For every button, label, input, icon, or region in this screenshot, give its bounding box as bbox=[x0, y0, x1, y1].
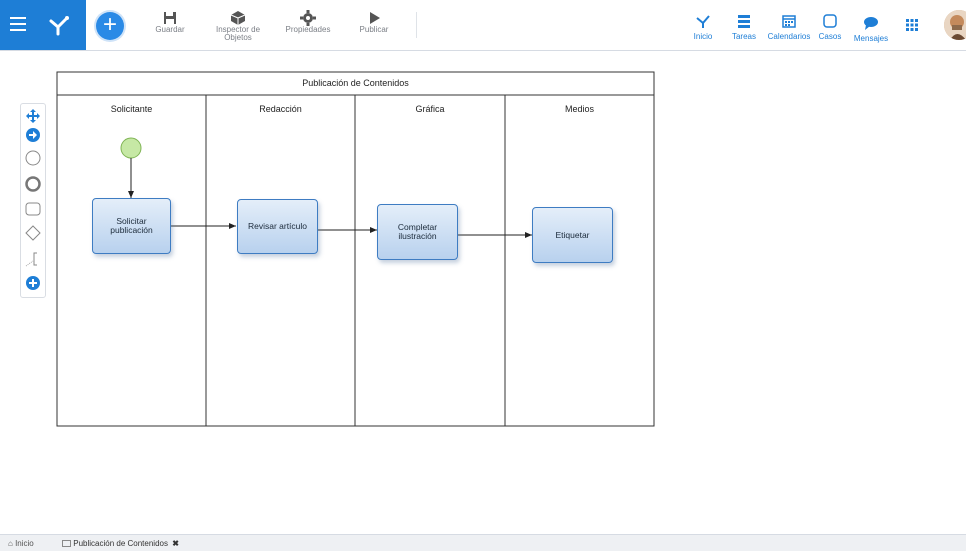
footer-tabs: ⌂ Inicio Publicación de Contenidos ✖ bbox=[0, 534, 966, 551]
start-event[interactable] bbox=[120, 137, 142, 159]
lane-title-medios: Medios bbox=[564, 104, 594, 114]
footer-doc-label: Publicación de Contenidos bbox=[73, 539, 168, 548]
lane-title-solicitante: Solicitante bbox=[110, 104, 153, 114]
task-revisar-articulo[interactable]: Revisar artículo bbox=[237, 199, 318, 254]
lane-title-grafica: Gráfica bbox=[415, 104, 445, 114]
close-tab-icon[interactable]: ✖ bbox=[172, 539, 179, 548]
pool-title: Publicación de Contenidos bbox=[302, 78, 409, 88]
task-label-line: ilustración bbox=[398, 231, 437, 241]
task-etiquetar[interactable]: Etiquetar bbox=[532, 207, 613, 263]
footer-home-tab[interactable]: ⌂ Inicio bbox=[8, 539, 34, 548]
task-label-line: Etiquetar bbox=[555, 229, 590, 240]
lane-title-redaccion: Redacción bbox=[259, 104, 302, 114]
task-completar-ilustracion[interactable]: Completar ilustración bbox=[377, 204, 458, 260]
footer-doc-tab[interactable]: Publicación de Contenidos ✖ bbox=[62, 539, 179, 548]
task-label-line: publicación bbox=[110, 225, 153, 235]
document-icon bbox=[62, 540, 71, 548]
task-label-line: Revisar artículo bbox=[247, 221, 308, 231]
task-solicitar-publicacion[interactable]: Solicitar publicación bbox=[92, 198, 171, 254]
home-icon: ⌂ bbox=[8, 539, 13, 548]
footer-home-label: Inicio bbox=[15, 539, 34, 548]
